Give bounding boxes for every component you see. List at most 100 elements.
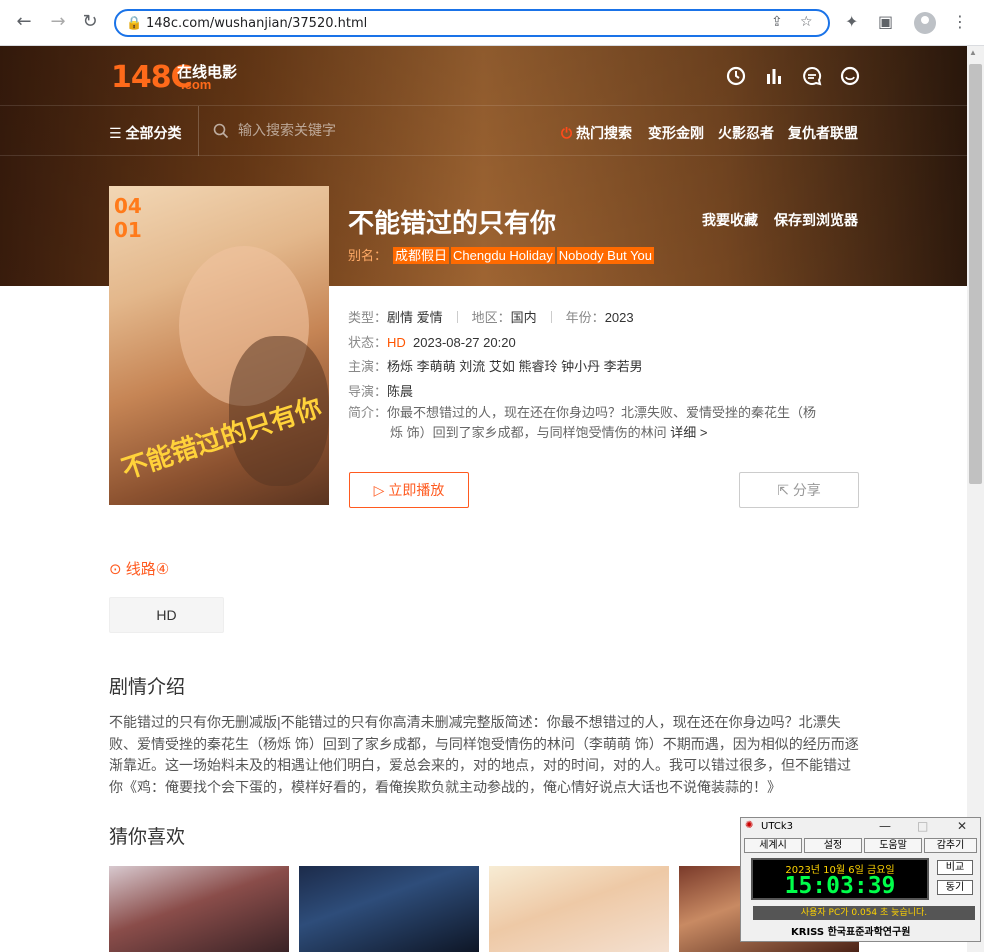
extensions-icon[interactable]: ✦ bbox=[845, 12, 858, 31]
utc-app-icon: ✺ bbox=[745, 820, 754, 831]
share-icon: ⇱ bbox=[777, 482, 789, 498]
utc-hide-button[interactable]: 감추기 bbox=[924, 838, 977, 853]
browser-toolbar: ← → ↻ 🔒 148c.com/wushanjian/37520.html ⇪… bbox=[0, 0, 984, 46]
alias-tag: Nobody But You bbox=[556, 247, 655, 264]
menu-dots-icon[interactable]: ⋮ bbox=[952, 12, 968, 31]
recommend-thumb[interactable] bbox=[299, 866, 479, 952]
scrollbar-thumb[interactable] bbox=[969, 64, 982, 484]
favorite-link[interactable]: 我要收藏 bbox=[702, 210, 758, 230]
poster-month: 04 bbox=[114, 194, 142, 218]
maximize-icon[interactable]: □ bbox=[917, 819, 928, 833]
bookmark-star-icon[interactable]: ☆ bbox=[800, 14, 813, 30]
director-value[interactable]: 陈晨 bbox=[387, 384, 413, 399]
year-value[interactable]: 2023 bbox=[605, 310, 634, 325]
utc-brand: KRISS 한국표준과학연구원 bbox=[791, 927, 911, 938]
hot-search-link[interactable]: ⏻ 热门搜索 bbox=[561, 123, 632, 143]
share-button-label: 分享 bbox=[792, 482, 821, 498]
recommend-heading: 猜你喜欢 bbox=[109, 827, 186, 848]
utc-settings-button[interactable]: 설정 bbox=[804, 838, 862, 853]
utc-compare-button[interactable]: 비교 bbox=[937, 860, 973, 875]
route-tab[interactable]: ⊙ 线路④ bbox=[109, 558, 169, 579]
utc-sync-button[interactable]: 동기 bbox=[937, 880, 973, 895]
recommend-thumb[interactable] bbox=[109, 866, 289, 952]
reload-icon[interactable]: ↻ bbox=[78, 10, 102, 34]
intro-label: 简介： bbox=[348, 405, 388, 420]
message-icon[interactable] bbox=[802, 66, 822, 86]
region-value[interactable]: 国内 bbox=[511, 310, 537, 325]
all-categories-label: 全部分类 bbox=[125, 125, 182, 141]
cast-value[interactable]: 杨烁 李萌萌 刘流 艾如 熊睿玲 钟小丹 李若男 bbox=[387, 359, 643, 374]
episode-hd-button[interactable]: HD bbox=[109, 597, 224, 633]
plot-text: 不能错过的只有你无删减版|不能错过的只有你高清未删减完整版简述：你最不想错过的人… bbox=[109, 714, 859, 795]
movie-title: 不能错过的只有你 bbox=[348, 208, 557, 238]
close-icon[interactable]: ✕ bbox=[957, 819, 967, 833]
save-to-browser-link[interactable]: 保存到浏览器 bbox=[774, 210, 858, 230]
intro-block: 简介：你最不想错过的人，现在还在你身边吗？北漂失败、爱情受挫的秦花生（杨 烁 饰… bbox=[348, 403, 858, 443]
address-bar[interactable]: 🔒 148c.com/wushanjian/37520.html ⇪ ☆ bbox=[114, 9, 830, 37]
scroll-up-icon[interactable]: ▲ bbox=[969, 48, 977, 57]
status-label: 状态： bbox=[348, 335, 388, 350]
hot-link-avengers[interactable]: 复仇者联盟 bbox=[788, 123, 858, 143]
alias-tag: 成都假日 bbox=[393, 247, 450, 264]
profile-avatar[interactable] bbox=[914, 12, 936, 34]
status-row: 状态：HD 2023-08-27 20:20 bbox=[348, 332, 516, 351]
forward-arrow-icon[interactable]: → bbox=[46, 10, 70, 34]
alias-label: 别名： bbox=[348, 248, 388, 263]
poster-release-date: 04 01 bbox=[114, 194, 142, 242]
utc-help-button[interactable]: 도움말 bbox=[864, 838, 922, 853]
alias-row: 别名： 成都假日 Chengdu Holiday Nobody But You bbox=[348, 245, 656, 264]
fire-icon: ⏻ bbox=[561, 125, 573, 141]
status-value: HD bbox=[387, 335, 406, 350]
director-row: 导演：陈晨 bbox=[348, 381, 413, 400]
site-logo[interactable]: 148C 在线电影 .com bbox=[111, 60, 237, 95]
cast-label: 主演： bbox=[348, 359, 388, 374]
alias-tag: Chengdu Holiday bbox=[451, 247, 555, 264]
side-panel-icon[interactable]: ▣ bbox=[878, 12, 893, 31]
utc-status-bar: 사용자 PC가 0.054 초 늦습니다. bbox=[753, 906, 975, 920]
route-label: 线路④ bbox=[125, 561, 170, 578]
clock-icon[interactable] bbox=[726, 66, 746, 86]
meta-divider bbox=[456, 311, 458, 323]
hot-search-label: 热门搜索 bbox=[575, 125, 632, 141]
movie-poster[interactable]: 04 01 不能错过的只有你 bbox=[109, 186, 329, 505]
plot-heading: 剧情介绍 bbox=[109, 677, 186, 698]
lock-icon[interactable]: 🔒 bbox=[126, 15, 142, 31]
intro-more-link[interactable]: 详细 > bbox=[670, 425, 707, 440]
chart-icon[interactable] bbox=[764, 66, 784, 86]
utc-worldtime-button[interactable]: 세계시 bbox=[744, 838, 802, 853]
meta-row: 类型：剧情 爱情 地区：国内 年份：2023 bbox=[348, 307, 634, 326]
search-icon[interactable] bbox=[213, 123, 229, 139]
smile-icon[interactable] bbox=[840, 66, 860, 86]
route-play-icon: ⊙ bbox=[109, 561, 122, 578]
recommend-thumb[interactable] bbox=[489, 866, 669, 952]
play-icon: ▷ bbox=[373, 482, 385, 498]
search-input[interactable] bbox=[238, 122, 438, 138]
utck3-window: ✺ UTCk3 — □ ✕ 세계시 설정 도움말 감추기 2023년 10월 6… bbox=[740, 817, 981, 942]
hot-link-transformers[interactable]: 变形金刚 bbox=[648, 123, 704, 143]
all-categories-button[interactable]: ☰ 全部分类 bbox=[109, 123, 181, 143]
cast-row: 主演：杨烁 李萌萌 刘流 艾如 熊睿玲 钟小丹 李若男 bbox=[348, 356, 643, 375]
minimize-icon[interactable]: — bbox=[879, 819, 891, 833]
director-label: 导演： bbox=[348, 384, 388, 399]
utc-clock-display: 2023년 10월 6일 금요일 15:03:39 bbox=[751, 858, 929, 900]
utc-title: UTCk3 bbox=[761, 821, 793, 832]
intro-line2: 烁 饰）回到了家乡成都，与同样饱受情伤的林问 bbox=[390, 425, 667, 440]
utc-titlebar[interactable]: ✺ UTCk3 — □ ✕ bbox=[741, 818, 980, 836]
back-arrow-icon[interactable]: ← bbox=[12, 10, 36, 34]
logo-com: .com bbox=[181, 77, 212, 92]
nav-divider bbox=[198, 106, 199, 156]
meta-divider bbox=[550, 311, 552, 323]
type-value[interactable]: 剧情 爱情 bbox=[387, 310, 443, 325]
site-nav: ☰ 全部分类 ⏻ 热门搜索 变形金刚 火影忍者 复仇者联盟 bbox=[0, 105, 967, 156]
status-time: 2023-08-27 20:20 bbox=[413, 335, 516, 350]
region-label: 地区： bbox=[471, 310, 511, 325]
share-button[interactable]: ⇱ 分享 bbox=[739, 472, 859, 508]
share-page-icon[interactable]: ⇪ bbox=[771, 14, 783, 30]
year-label: 年份： bbox=[565, 310, 605, 325]
hot-link-naruto[interactable]: 火影忍者 bbox=[718, 123, 774, 143]
utc-time: 15:03:39 bbox=[784, 873, 896, 899]
play-button-label: 立即播放 bbox=[388, 482, 445, 498]
url-text[interactable]: 148c.com/wushanjian/37520.html bbox=[146, 16, 367, 31]
play-now-button[interactable]: ▷ 立即播放 bbox=[349, 472, 469, 508]
poster-day: 01 bbox=[114, 218, 142, 242]
